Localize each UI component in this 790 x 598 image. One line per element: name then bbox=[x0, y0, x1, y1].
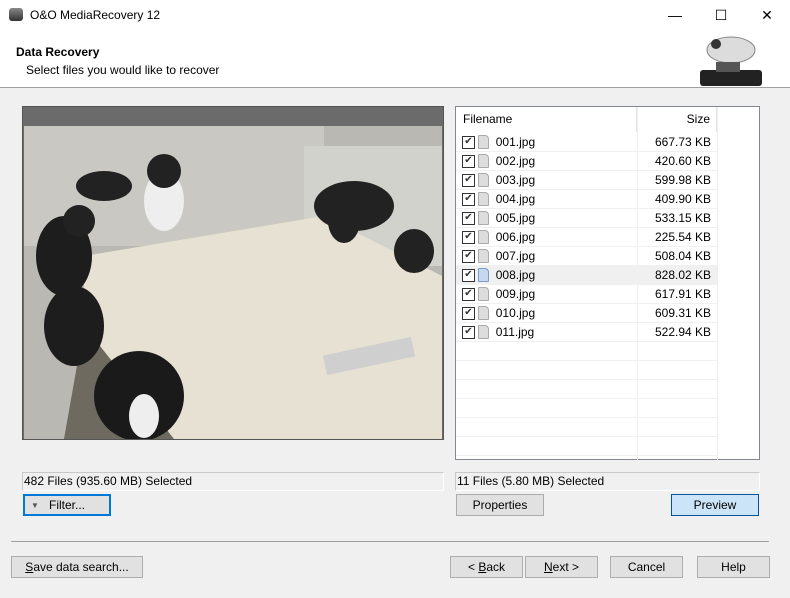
column-header-filename[interactable]: Filename bbox=[456, 107, 637, 132]
page-subtitle: Select files you would like to recover bbox=[26, 63, 220, 77]
file-name: 001.jpg bbox=[495, 135, 536, 149]
file-icon bbox=[477, 306, 489, 320]
image-preview-panel bbox=[22, 106, 444, 440]
mascot-logo bbox=[700, 36, 762, 86]
checkbox[interactable]: ✔ bbox=[462, 325, 475, 339]
checkbox[interactable]: ✔ bbox=[462, 154, 475, 168]
separator bbox=[11, 541, 769, 542]
checkbox[interactable]: ✔ bbox=[462, 306, 475, 320]
file-icon bbox=[477, 230, 489, 244]
checkbox[interactable]: ✔ bbox=[462, 268, 475, 282]
page-title: Data Recovery bbox=[16, 45, 100, 59]
file-name: 004.jpg bbox=[495, 192, 536, 206]
file-name: 002.jpg bbox=[495, 154, 536, 168]
checkbox[interactable]: ✔ bbox=[462, 287, 475, 301]
total-files-status: 482 Files (935.60 MB) Selected bbox=[22, 472, 444, 491]
empty-row bbox=[456, 437, 717, 456]
file-size: 667.73 KB bbox=[654, 135, 712, 149]
file-row[interactable]: ✔ 007.jpg 508.04 KB bbox=[456, 247, 717, 266]
help-button[interactable]: Help bbox=[697, 556, 770, 578]
file-icon bbox=[477, 154, 489, 168]
checkbox[interactable]: ✔ bbox=[462, 230, 475, 244]
file-icon bbox=[477, 211, 489, 225]
file-name: 010.jpg bbox=[495, 306, 536, 320]
file-row[interactable]: ✔ 004.jpg 409.90 KB bbox=[456, 190, 717, 209]
cancel-button[interactable]: Cancel bbox=[610, 556, 683, 578]
selected-files-status: 11 Files (5.80 MB) Selected bbox=[455, 472, 760, 491]
file-name: 006.jpg bbox=[495, 230, 536, 244]
file-row[interactable]: ✔ 009.jpg 617.91 KB bbox=[456, 285, 717, 304]
label: ack bbox=[486, 560, 506, 574]
filter-button[interactable]: ▼ Filter... bbox=[23, 494, 111, 516]
file-row[interactable]: ✔ 008.jpg 828.02 KB bbox=[456, 266, 717, 285]
close-button[interactable]: ✕ bbox=[744, 0, 790, 30]
checkbox[interactable]: ✔ bbox=[462, 173, 475, 187]
file-icon bbox=[477, 249, 489, 263]
file-list[interactable]: Filename Size ✔ 001.jpg 667.73 KB ✔ 002.jpg 4… bbox=[455, 106, 760, 461]
empty-row bbox=[456, 418, 717, 437]
mnemonic: S bbox=[25, 560, 34, 574]
empty-row bbox=[456, 361, 717, 380]
maximize-button[interactable]: ☐ bbox=[698, 0, 744, 30]
file-size: 522.94 KB bbox=[654, 325, 712, 339]
filter-label: Filter... bbox=[48, 498, 85, 512]
file-icon bbox=[477, 287, 489, 301]
title-bar: O&O MediaRecovery 12 — ☐ ✕ bbox=[0, 0, 790, 30]
file-name: 009.jpg bbox=[495, 287, 536, 301]
file-icon bbox=[477, 173, 489, 187]
file-icon bbox=[477, 325, 489, 339]
column-divider bbox=[717, 107, 718, 461]
file-size: 599.98 KB bbox=[654, 173, 712, 187]
empty-row bbox=[456, 342, 717, 361]
app-icon bbox=[9, 8, 23, 21]
file-row[interactable]: ✔ 011.jpg 522.94 KB bbox=[456, 323, 717, 342]
file-name: 007.jpg bbox=[495, 249, 536, 263]
file-row[interactable]: ✔ 003.jpg 599.98 KB bbox=[456, 171, 717, 190]
file-size: 609.31 KB bbox=[654, 306, 712, 320]
mnemonic: N bbox=[543, 560, 553, 574]
next-button[interactable]: Next > bbox=[525, 556, 598, 578]
file-size: 420.60 KB bbox=[654, 154, 712, 168]
file-size: 617.91 KB bbox=[654, 287, 712, 301]
properties-button[interactable]: Properties bbox=[456, 494, 544, 516]
file-icon bbox=[477, 192, 489, 206]
dropdown-arrow-icon: ▼ bbox=[31, 500, 39, 510]
checkbox[interactable]: ✔ bbox=[462, 249, 475, 263]
save-data-search-button[interactable]: Save data search... bbox=[11, 556, 143, 578]
wizard-header: Data Recovery Select files you would lik… bbox=[0, 30, 790, 88]
label: < bbox=[467, 560, 479, 574]
minimize-button[interactable]: — bbox=[652, 0, 698, 30]
file-size: 409.90 KB bbox=[654, 192, 712, 206]
file-row[interactable]: ✔ 010.jpg 609.31 KB bbox=[456, 304, 717, 323]
checkbox[interactable]: ✔ bbox=[462, 135, 475, 149]
file-size: 225.54 KB bbox=[654, 230, 712, 244]
file-row[interactable]: ✔ 002.jpg 420.60 KB bbox=[456, 152, 717, 171]
back-button[interactable]: < Back bbox=[450, 556, 523, 578]
label: ave data search... bbox=[33, 560, 129, 574]
preview-button[interactable]: Preview bbox=[671, 494, 759, 516]
label: ext > bbox=[552, 560, 580, 574]
preview-image bbox=[24, 126, 442, 439]
empty-row bbox=[456, 399, 717, 418]
file-size: 828.02 KB bbox=[654, 268, 712, 282]
file-icon bbox=[477, 268, 489, 282]
file-name: 008.jpg bbox=[495, 268, 536, 282]
file-name: 003.jpg bbox=[495, 173, 536, 187]
file-row[interactable]: ✔ 001.jpg 667.73 KB bbox=[456, 133, 717, 152]
column-header-size[interactable]: Size bbox=[637, 107, 717, 132]
file-name: 011.jpg bbox=[495, 325, 535, 339]
file-size: 508.04 KB bbox=[654, 249, 712, 263]
file-name: 005.jpg bbox=[495, 211, 536, 225]
mnemonic: B bbox=[478, 560, 487, 574]
file-icon bbox=[477, 135, 489, 149]
checkbox[interactable]: ✔ bbox=[462, 211, 475, 225]
checkbox[interactable]: ✔ bbox=[462, 192, 475, 206]
file-row[interactable]: ✔ 005.jpg 533.15 KB bbox=[456, 209, 717, 228]
file-row[interactable]: ✔ 006.jpg 225.54 KB bbox=[456, 228, 717, 247]
window-title: O&O MediaRecovery 12 bbox=[30, 8, 161, 22]
empty-row bbox=[456, 380, 717, 399]
file-size: 533.15 KB bbox=[654, 211, 712, 225]
